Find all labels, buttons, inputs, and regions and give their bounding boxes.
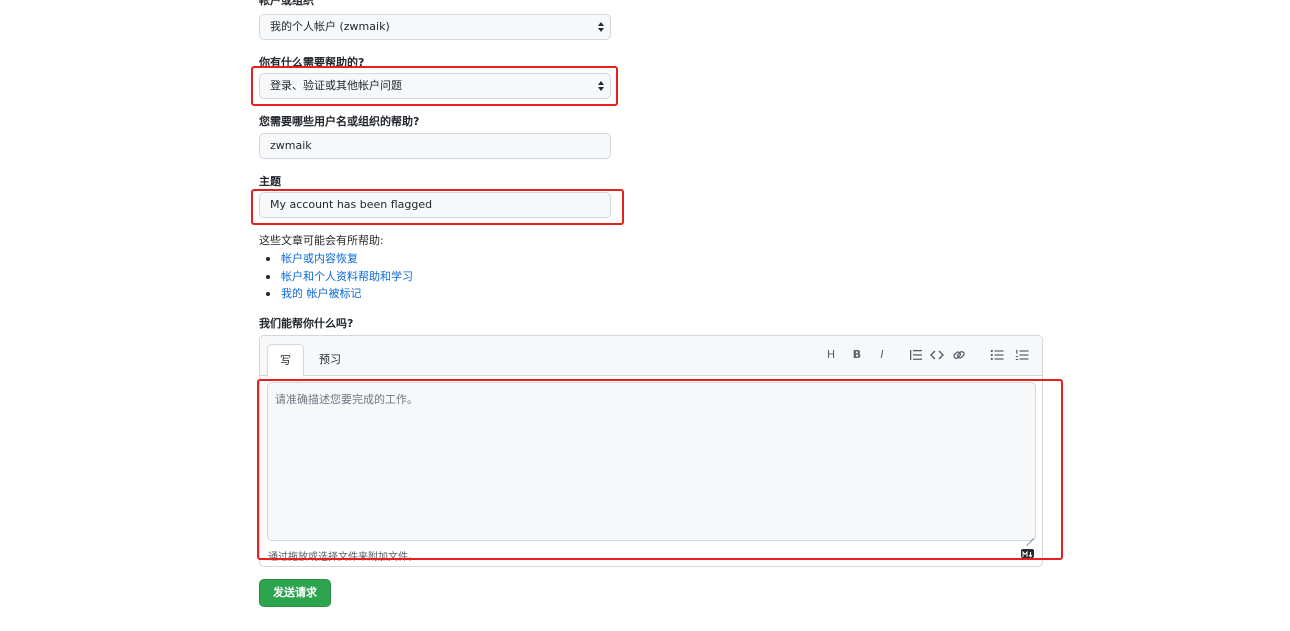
help-topic-select[interactable]: 登录、验证或其他帐户问题: [259, 73, 611, 99]
heading-icon[interactable]: H: [822, 346, 840, 364]
subject-input-value: My account has been flagged: [270, 198, 433, 211]
tab-write[interactable]: 写: [267, 344, 304, 377]
comment-editor: 写 预习 H B I 请准确描述您要完成的工作。 通过拖放或选择文件来附加文件。: [259, 335, 1043, 567]
tab-preview[interactable]: 预习: [307, 344, 353, 376]
username-field[interactable]: zwmaik: [259, 133, 611, 159]
help-topic-label: 你有什么需要帮助的?: [259, 56, 365, 69]
list-item: 帐户或内容恢复: [266, 250, 413, 268]
submit-request-button[interactable]: 发送请求: [259, 579, 331, 607]
username-field-value: zwmaik: [270, 139, 312, 152]
article-link-profile-help[interactable]: 帐户和个人资料帮助和学习: [281, 270, 413, 283]
select-caret-icon: [598, 21, 604, 33]
bold-icon[interactable]: B: [848, 346, 866, 364]
message-label: 我们能帮你什么吗?: [259, 317, 354, 330]
ordered-list-icon[interactable]: [1013, 346, 1031, 364]
quote-icon[interactable]: [907, 346, 925, 364]
subject-input[interactable]: My account has been flagged: [259, 192, 611, 218]
subject-label: 主题: [259, 175, 281, 188]
unordered-list-icon[interactable]: [988, 346, 1006, 364]
comment-textarea[interactable]: 请准确描述您要完成的工作。: [267, 382, 1036, 541]
account-select-value: 我的个人帐户 (zwmaik): [270, 20, 390, 33]
resize-handle-icon[interactable]: [1026, 531, 1034, 539]
list-item: 我的 帐户被标记: [266, 285, 413, 303]
articles-list: 帐户或内容恢复 帐户和个人资料帮助和学习 我的 帐户被标记: [266, 250, 413, 303]
code-icon[interactable]: [928, 346, 946, 364]
account-label: 帐户或组织: [259, 0, 314, 7]
editor-header: 写 预习 H B I: [260, 336, 1042, 377]
list-item: 帐户和个人资料帮助和学习: [266, 268, 413, 286]
attach-files-hint[interactable]: 通过拖放或选择文件来附加文件。: [268, 548, 418, 563]
comment-placeholder: 请准确描述您要完成的工作。: [275, 393, 418, 406]
account-select[interactable]: 我的个人帐户 (zwmaik): [259, 14, 611, 40]
articles-intro: 这些文章可能会有所帮助:: [259, 234, 384, 247]
select-caret-icon: [598, 80, 604, 92]
username-label: 您需要哪些用户名或组织的帮助?: [259, 115, 420, 128]
help-topic-select-value: 登录、验证或其他帐户问题: [270, 79, 402, 92]
article-link-flagged[interactable]: 我的 帐户被标记: [281, 287, 362, 300]
article-link-recovery[interactable]: 帐户或内容恢复: [281, 252, 358, 265]
italic-icon[interactable]: I: [873, 346, 891, 364]
markdown-icon: [1021, 549, 1034, 558]
link-icon[interactable]: [950, 346, 968, 364]
